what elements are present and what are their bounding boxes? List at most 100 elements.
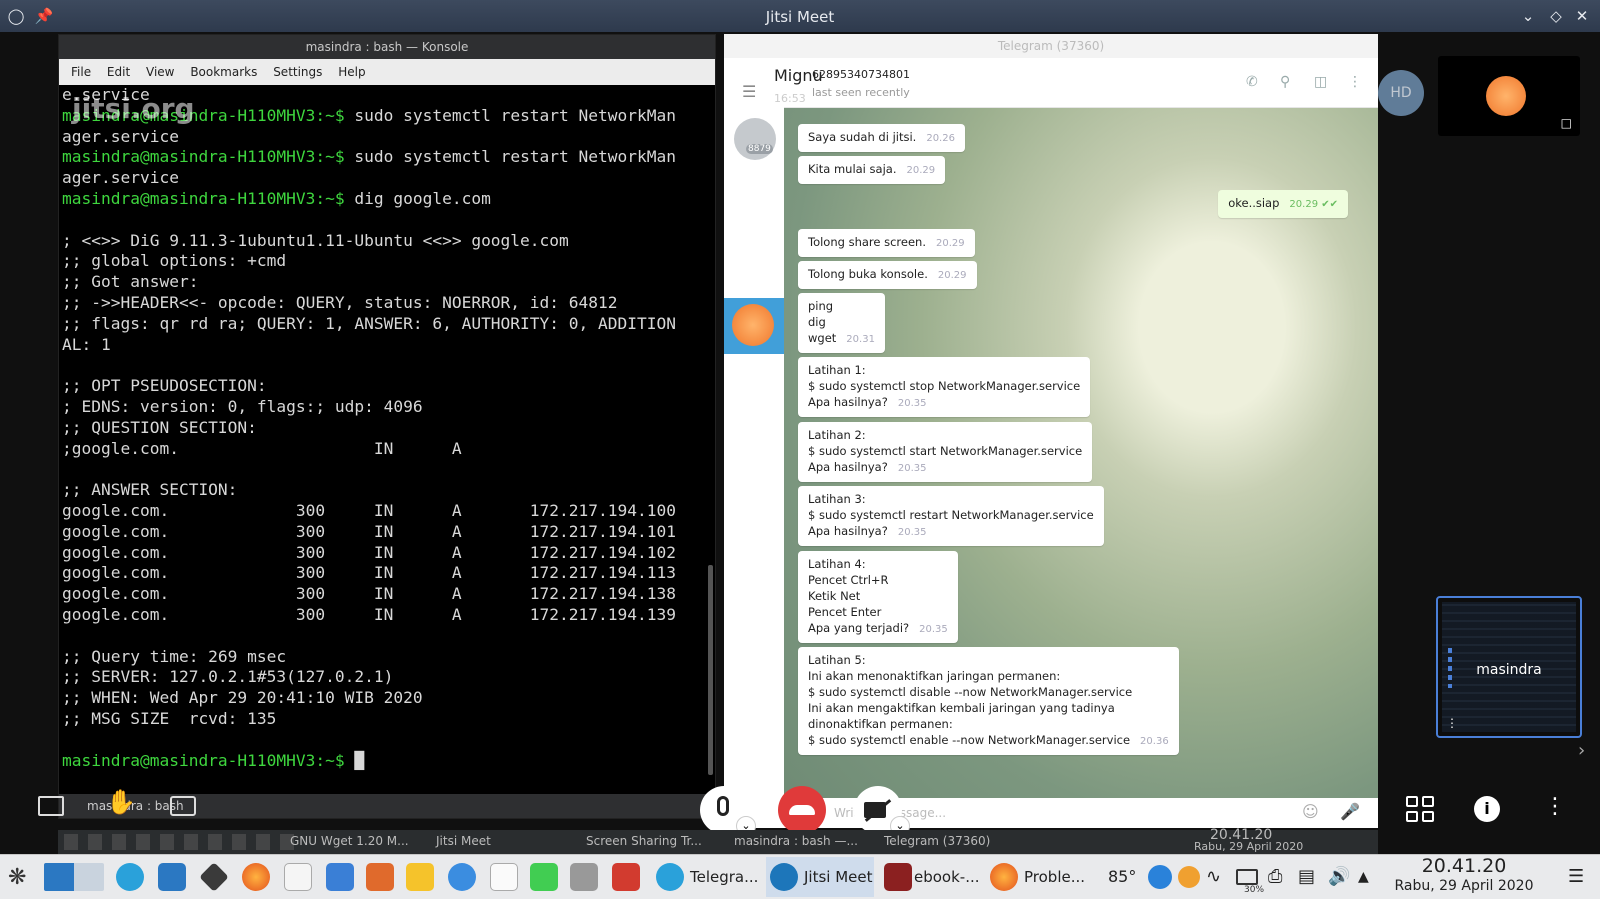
calendar-icon[interactable] (284, 863, 312, 891)
minimize-button[interactable]: ⌄ (1518, 6, 1538, 26)
battery-icon[interactable] (1236, 869, 1258, 885)
chat-icon[interactable] (170, 796, 196, 816)
emoji-icon[interactable]: ☺ (1302, 802, 1319, 821)
thumbnail-menu-icon[interactable]: ⋮ (1446, 716, 1458, 730)
menu-help[interactable]: Help (338, 65, 365, 79)
voice-message-icon[interactable]: 🎤 (1340, 802, 1360, 821)
task-telegram[interactable]: Telegra... (690, 863, 758, 891)
raise-hand-icon[interactable]: ✋ (106, 788, 136, 816)
search-icon[interactable]: ⚲ (1280, 74, 1290, 90)
menu-edit[interactable]: Edit (107, 65, 130, 79)
terminal-line: google.com. 300 IN A 172.217.194.101 (62, 521, 676, 541)
menu-bookmarks[interactable]: Bookmarks (190, 65, 257, 79)
text-editor-icon[interactable] (490, 863, 518, 891)
shared-clock-date: Rabu, 29 April 2020 (1194, 840, 1304, 853)
file-manager-icon[interactable] (158, 863, 186, 891)
terminal-output[interactable]: e.service masindra@masindra-H110MHV3:~$ s… (62, 85, 702, 795)
tray-expand-icon[interactable]: ▲ (1358, 863, 1369, 891)
hangup-button[interactable] (778, 786, 826, 834)
scanner-icon[interactable] (570, 863, 598, 891)
virtual-desktop-pager[interactable] (44, 863, 104, 891)
chat-item-selected[interactable] (724, 298, 784, 354)
tray-vpn-icon[interactable] (1148, 865, 1172, 889)
menu-view[interactable]: View (146, 65, 174, 79)
wifi-icon[interactable]: ∿ (1206, 863, 1221, 891)
clock-date: Rabu, 29 April 2020 (1394, 878, 1534, 894)
message-text: Tolong share screen. (808, 235, 926, 249)
task-jitsi[interactable]: Jitsi Meet (804, 863, 873, 891)
terminal-prompt: masindra@masindra-H110MHV3:~$ (62, 147, 345, 167)
message-time: 20.26 (926, 133, 955, 144)
more-options-icon[interactable]: ⋮ (1544, 794, 1566, 819)
konsole-tab[interactable]: masindra : bash (59, 794, 715, 818)
printer-icon[interactable]: ⎙ (1268, 863, 1282, 891)
incoming-message[interactable]: Latihan 4: Pencet Ctrl+R Ketik Net Pence… (798, 551, 958, 643)
notes-icon[interactable] (406, 863, 434, 891)
terminal-line: ;google.com. IN A (62, 438, 462, 458)
incoming-message[interactable]: Tolong buka konsole. 20.29 (798, 261, 977, 289)
task-problem[interactable]: Proble... (1024, 863, 1085, 891)
maximize-button[interactable]: ◇ (1546, 6, 1566, 26)
hangup-icon (789, 805, 815, 815)
message-time: 20.29 ✔✔ (1289, 199, 1338, 210)
hd-quality-badge[interactable]: HD (1378, 70, 1424, 116)
more-options-icon[interactable]: ⋮ (1348, 74, 1362, 90)
menu-settings[interactable]: Settings (273, 65, 322, 79)
clipboard-icon[interactable]: ▤ (1298, 863, 1315, 891)
incoming-message[interactable]: Kita mulai saja. 20.29 (798, 156, 946, 184)
incoming-message[interactable]: Latihan 1: $ sudo systemctl stop Network… (798, 357, 1091, 417)
incoming-message[interactable]: Latihan 3: $ sudo systemctl restart Netw… (798, 486, 1104, 546)
terminal-command: dig google.com (344, 188, 491, 208)
telegram-launcher-icon[interactable] (116, 863, 144, 891)
screen-share-icon[interactable] (38, 796, 64, 816)
thunderbird-icon[interactable] (448, 863, 476, 891)
info-icon[interactable]: i (1474, 796, 1500, 822)
outgoing-message[interactable]: oke..siap 20.29 ✔✔ (1218, 190, 1348, 218)
menu-file[interactable]: File (71, 65, 91, 79)
terminal-line: ;; ->>HEADER<<- opcode: QUERY, status: N… (62, 292, 618, 312)
microphone-button[interactable]: ⌄ (700, 786, 756, 836)
message-time: 20.35 (897, 463, 927, 474)
qt-creator-icon[interactable] (530, 863, 558, 891)
tray-update-icon[interactable] (1178, 866, 1200, 888)
terminal-line: ;; ANSWER SECTION: (62, 480, 238, 500)
incoming-message[interactable]: ping dig wget 20.31 (798, 293, 885, 353)
sidebar-toggle-icon[interactable]: ◫ (1314, 74, 1327, 90)
terminal-line: google.com. 300 IN A 172.217.194.100 (62, 500, 676, 520)
firefox-launcher-icon[interactable] (242, 863, 270, 891)
tile-view-icon[interactable] (1406, 796, 1436, 824)
terminal-line: AL: 1 (62, 334, 111, 354)
incoming-message[interactable]: Saya sudah di jitsi. 20.26 (798, 124, 965, 152)
incoming-message[interactable]: Tolong share screen. 20.29 (798, 229, 975, 257)
terminal-scrollbar[interactable] (708, 565, 713, 775)
terminal-line: ;; SERVER: 127.0.2.1#53(127.0.2.1) (62, 667, 394, 687)
zotero-icon[interactable] (612, 863, 640, 891)
camera-button[interactable]: ⌄ (854, 786, 910, 836)
task-ebook[interactable]: ebook-... (914, 863, 980, 891)
terminal-line: google.com. 300 IN A 172.217.194.139 (62, 604, 676, 624)
writer-icon[interactable] (326, 863, 354, 891)
remote-participant-thumbnail[interactable]: masindra ⋮ (1436, 596, 1582, 738)
inkscape-icon[interactable] (199, 862, 229, 892)
incoming-message[interactable]: Latihan 5: Ini akan menonaktifkan jaring… (798, 647, 1179, 755)
impress-icon[interactable] (366, 863, 394, 891)
menu-icon[interactable]: ☰ (742, 82, 766, 101)
chat-phone: 62895340734801 (812, 68, 910, 81)
telegram-window: Telegram (37360) ☰ 8879 Mignu 6289534073… (724, 34, 1378, 828)
app-launcher-icon[interactable]: ❋ (8, 865, 26, 890)
chevron-right-icon[interactable]: › (1578, 740, 1585, 761)
message-text: Latihan 3: $ sudo systemctl restart Netw… (808, 492, 1094, 538)
temperature-indicator[interactable]: 85° (1108, 863, 1136, 891)
volume-icon[interactable]: 🔊 (1328, 863, 1350, 891)
phone-call-icon[interactable]: ✆ (1246, 74, 1258, 90)
incoming-message[interactable]: Latihan 2: $ sudo systemctl start Networ… (798, 422, 1093, 482)
close-button[interactable]: ✕ (1572, 6, 1592, 26)
show-desktop-icon[interactable]: ☰ (1568, 863, 1584, 891)
local-video-thumbnail[interactable]: □ (1438, 56, 1580, 136)
terminal-line: ;; Query time: 269 msec (62, 646, 287, 666)
terminal-line: ;; global options: +cmd (62, 251, 287, 271)
clock[interactable]: 20.41.20 Rabu, 29 April 2020 (1392, 855, 1536, 895)
